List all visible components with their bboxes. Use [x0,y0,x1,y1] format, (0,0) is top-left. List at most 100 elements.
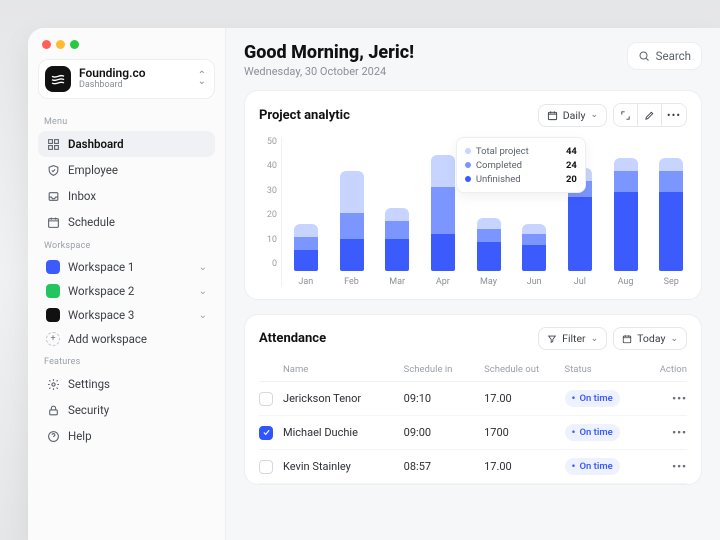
x-tick-label: Sep [664,277,679,287]
sidebar-item-label: Inbox [68,189,96,203]
bar-stack[interactable] [340,171,364,271]
legend-swatch [465,176,471,182]
bar-segment [522,224,546,235]
bar-stack[interactable] [614,158,638,271]
x-tick-label: Jul [574,277,586,287]
bar-segment [431,155,455,187]
bar-segment [477,229,501,242]
bar-stack[interactable] [294,224,318,271]
search-icon [638,50,650,62]
more-horizontal-icon: ••• [667,109,681,122]
updown-chevron-icon: ⌃⌄ [198,73,208,85]
attendance-filter-button[interactable]: Filter ⌄ [538,327,607,350]
close-window-dot[interactable] [42,40,51,49]
bar-stack[interactable] [522,224,546,271]
sidebar-section-features-label: Features [38,351,215,371]
chevron-down-icon: ⌄ [199,262,207,273]
window-traffic-lights [38,38,215,59]
project-analytic-card: Project analytic Daily ⌄ [244,90,702,300]
status-badge: On time [565,424,620,441]
calendar-icon [547,110,558,121]
row-action-button[interactable]: ••• [645,426,687,439]
bar-stack[interactable] [477,218,501,271]
maximize-window-dot[interactable] [70,40,79,49]
sidebar-item-inbox[interactable]: Inbox [38,183,215,209]
sidebar-item-schedule[interactable]: Schedule [38,209,215,235]
cell-name: Kevin Stainley [283,460,404,473]
legend-value: 24 [566,160,577,171]
chart-legend: Total project44 Completed 24Unfinished20 [456,137,586,193]
shield-icon [46,163,60,177]
sidebar-section-menu-label: Menu [38,111,215,131]
bar-segment [477,218,501,229]
add-workspace-label: Add workspace [68,332,147,346]
workspace-color-badge [46,260,60,274]
bar-segment [340,239,364,271]
bar-segment [659,171,683,192]
sidebar-item-help[interactable]: Help [38,423,215,449]
legend-row: Total project44 [465,144,577,158]
more-button[interactable]: ••• [662,104,686,126]
search-button[interactable]: Search [627,42,702,70]
row-checkbox[interactable] [259,392,273,406]
row-action-button[interactable]: ••• [645,392,687,405]
bar-column: Jun [518,224,550,287]
cell-schedule-in: 08:57 [404,460,484,473]
y-tick-label: 40 [259,161,277,171]
row-checkbox[interactable] [259,426,273,440]
greeting-block: Good Morning, Jeric! Wednesday, 30 Octob… [244,42,414,78]
workspace-label: Workspace 3 [68,308,134,322]
x-tick-label: Aug [618,277,634,287]
bar-segment [477,242,501,271]
legend-row: Completed 24 [465,158,577,172]
y-tick-label: 30 [259,186,277,196]
analytic-chart: 50403020100 JanFebMarAprMayJunJulAugSep … [259,137,687,287]
legend-label: Completed [476,160,522,171]
bar-stack[interactable] [431,155,455,271]
period-select[interactable]: Daily ⌄ [538,104,607,127]
add-workspace-button[interactable]: + Add workspace [38,327,215,351]
bar-stack[interactable] [385,208,409,271]
sidebar-item-label: Dashboard [68,137,124,151]
bar-segment [522,245,546,271]
workspace-switcher[interactable]: Founding.co Dashboard ⌃⌄ [38,59,215,99]
main-content: Good Morning, Jeric! Wednesday, 30 Octob… [226,28,720,540]
bar-stack[interactable] [659,158,683,271]
sidebar-item-label: Help [68,429,92,443]
sidebar-item-security[interactable]: Security [38,397,215,423]
x-tick-label: Apr [436,277,450,287]
workspace-item[interactable]: Workspace 1 ⌄ [38,255,215,279]
attendance-date-button[interactable]: Today ⌄ [613,327,687,350]
edit-button[interactable] [638,104,662,126]
bar-column: Feb [336,171,368,287]
analytic-tool-group: ••• [613,103,687,127]
workspace-label: Workspace 1 [68,260,134,274]
sidebar-item-employee[interactable]: Employee [38,157,215,183]
expand-button[interactable] [614,104,638,126]
row-action-button[interactable]: ••• [645,460,687,473]
cell-name: Jerickson Tenor [283,392,404,405]
row-checkbox[interactable] [259,460,273,474]
workspace-item[interactable]: Workspace 3⌄ [38,303,215,327]
x-tick-label: May [480,277,497,287]
sidebar-item-settings[interactable]: Settings [38,371,215,397]
bar-column: May [473,218,505,287]
legend-row: Unfinished20 [465,172,577,186]
workspace-item[interactable]: Workspace 2⌄ [38,279,215,303]
cell-name: Michael Duchie [283,426,404,439]
grid-icon [46,137,60,151]
calendar-icon [622,334,632,344]
col-name: Name [283,364,404,375]
bar-segment [431,234,455,271]
legend-value: 20 [566,174,577,185]
sidebar-item-label: Schedule [68,215,115,229]
bar-segment [522,234,546,245]
bar-segment [614,158,638,171]
sidebar-item-dashboard[interactable]: Dashboard [38,131,215,157]
chevron-down-icon: ⌄ [590,110,598,120]
sidebar-item-label: Settings [68,377,110,391]
bar-segment [294,237,318,250]
minimize-window-dot[interactable] [56,40,65,49]
col-action: Action [645,364,687,375]
bar-segment [340,213,364,239]
